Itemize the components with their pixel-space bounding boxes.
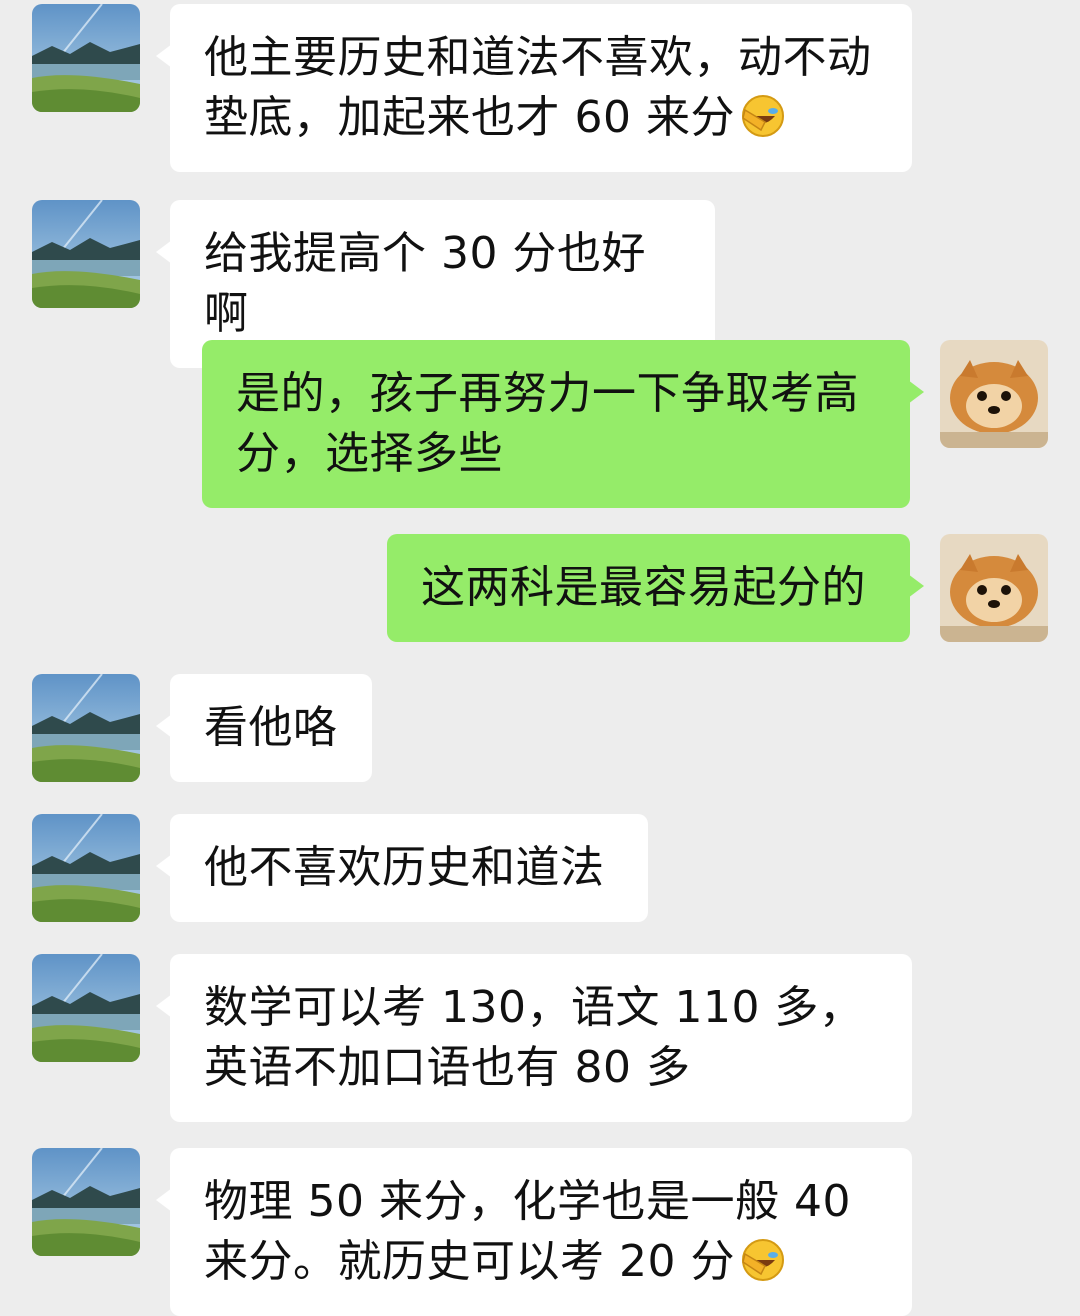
message-text: 数学可以考 130，语文 110 多，英语不加口语也有 80 多 [204,982,864,1093]
landscape-avatar-icon [32,674,140,782]
landscape-avatar-icon [32,200,140,308]
contact-avatar[interactable] [32,200,140,308]
contact-avatar[interactable] [32,1148,140,1256]
message-text: 他不喜欢历史和道法 [204,842,605,893]
pomeranian-dog-avatar-icon [940,340,1048,448]
pomeranian-dog-avatar-icon [940,534,1048,642]
message-bubble[interactable]: 他不喜欢历史和道法 [156,814,648,922]
message-bubble[interactable]: 这两科是最容易起分的 [387,534,924,642]
facepalm-laugh-icon [739,92,787,140]
landscape-avatar-icon [32,4,140,112]
landscape-avatar-icon [32,814,140,922]
message-bubble[interactable]: 是的，孩子再努力一下争取考高分，选择多些 [202,340,924,508]
self-avatar[interactable] [940,340,1048,448]
contact-avatar[interactable] [32,4,140,112]
facepalm-laugh-icon [739,1236,787,1284]
message-text: 给我提高个 30 分也好啊 [204,228,646,339]
message-bubble[interactable]: 看他咯 [156,674,372,782]
message-text: 这两科是最容易起分的 [421,562,866,613]
contact-avatar[interactable] [32,814,140,922]
message-bubble[interactable]: 他主要历史和道法不喜欢，动不动垫底，加起来也才 60 来分 [156,4,912,172]
landscape-avatar-icon [32,954,140,1062]
message-text: 看他咯 [204,702,338,753]
message-text: 是的，孩子再努力一下争取考高分，选择多些 [236,368,859,479]
message-bubble[interactable]: 物理 50 来分，化学也是一般 40 来分。就历史可以考 20 分 [156,1148,912,1316]
landscape-avatar-icon [32,1148,140,1256]
contact-avatar[interactable] [32,674,140,782]
message-bubble[interactable]: 数学可以考 130，语文 110 多，英语不加口语也有 80 多 [156,954,912,1122]
contact-avatar[interactable] [32,954,140,1062]
self-avatar[interactable] [940,534,1048,642]
chat-window: 他主要历史和道法不喜欢，动不动垫底，加起来也才 60 来分 给我提高个 30 分… [0,0,1080,1316]
